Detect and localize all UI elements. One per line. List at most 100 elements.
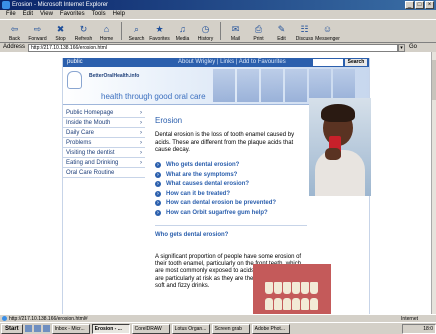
print-icon: ⎙ — [254, 24, 263, 34]
address-input[interactable]: http://217.10.138.166/erosion.html — [28, 43, 399, 52]
messenger-icon: ☺ — [322, 24, 333, 34]
address-label: Address — [3, 44, 26, 50]
close-button[interactable]: × — [425, 1, 434, 9]
media-button[interactable]: ♫ Media — [171, 20, 194, 42]
question-link-label: How can Orbit sugarfree gum help? — [166, 209, 268, 216]
side-navigation: Public Homepage › Inside the Mouth › Daily… — [63, 108, 145, 178]
nav-item-inside-the-mouth[interactable]: Inside the Mouth › — [63, 118, 145, 128]
refresh-button[interactable]: ↻ Refresh — [72, 20, 95, 42]
forward-button[interactable]: ⇨ Forward — [26, 20, 49, 42]
nav-item-daily-care[interactable]: Daily Care › — [63, 128, 145, 138]
task-button-screengrab[interactable]: Screen grab — [211, 323, 250, 334]
menu-tools[interactable]: Tools — [92, 10, 106, 19]
back-arrow-icon: ⇦ — [10, 24, 19, 34]
nav-item-label: Inside the Mouth — [66, 120, 111, 126]
address-dropdown-icon[interactable]: ▾ — [398, 43, 406, 52]
question-link-label: What causes dental erosion? — [166, 181, 250, 188]
start-button[interactable]: Start — [1, 323, 23, 334]
arrow-bullet-icon: › — [155, 209, 161, 216]
site-brand: public — [67, 59, 83, 65]
discuss-button[interactable]: ☷ Discuss — [293, 20, 316, 42]
task-button-erosion[interactable]: Erosion - ... — [91, 323, 130, 334]
page-viewport: public About Wrigley | Links | Add to Fa… — [0, 52, 431, 314]
back-button[interactable]: ⇦ Back — [3, 20, 26, 42]
menu-view[interactable]: View — [40, 10, 53, 19]
quicklaunch-icon[interactable] — [33, 325, 41, 332]
favorites-button[interactable]: ★ Favorites — [148, 20, 171, 42]
minimize-button[interactable]: _ — [405, 1, 414, 9]
section-heading: Who gets dental erosion? — [155, 231, 229, 238]
edit-button[interactable]: ✎ Edit — [270, 20, 293, 42]
question-link[interactable]: › Who gets dental erosion? — [155, 161, 307, 171]
search-button[interactable]: ⌕ Search — [125, 20, 148, 42]
top-links[interactable]: About Wrigley | Links | Add to Favourite… — [178, 58, 286, 67]
search-label: Search — [128, 36, 145, 42]
girl-drinking-photo — [309, 98, 371, 196]
discuss-label: Discuss — [295, 36, 314, 42]
site-logo-text[interactable]: BetterOralHealth.info — [89, 73, 139, 79]
task-button-photoshop[interactable]: Adobe Phot... — [251, 323, 290, 334]
question-link[interactable]: › How can dental erosion be prevented? — [155, 199, 307, 209]
window-controls: _ □ × — [405, 1, 434, 9]
nav-item-label: Public Homepage — [66, 110, 114, 116]
chevron-right-icon: › — [140, 140, 142, 146]
nav-item-public-homepage[interactable]: Public Homepage › — [63, 108, 145, 118]
go-button[interactable]: Go — [409, 43, 417, 52]
stop-button[interactable]: ✖ Stop — [49, 20, 72, 42]
menu-help[interactable]: Help — [113, 10, 125, 19]
messenger-button[interactable]: ☺ Messenger — [315, 20, 340, 42]
nav-item-label: Problems — [66, 140, 92, 146]
history-icon: ◷ — [201, 24, 210, 34]
browser-toolbar: ⇦ Back ⇨ Forward ✖ Stop ↻ Refresh ⌂ Home ⌕ Sea… — [0, 19, 436, 43]
print-button[interactable]: ⎙ Print — [247, 20, 270, 42]
nav-item-eating-and-drinking[interactable]: Eating and Drinking › — [63, 158, 145, 168]
website: public About Wrigley | Links | Add to Fa… — [62, 58, 371, 314]
history-button[interactable]: ◷ History — [194, 20, 217, 42]
mail-button[interactable]: ✉ Mail — [224, 20, 247, 42]
nav-item-problems[interactable]: Problems › — [63, 138, 145, 148]
task-button-lotus[interactable]: Lotus Organ... — [171, 323, 210, 334]
quicklaunch-icon[interactable] — [24, 325, 32, 332]
home-label: Home — [99, 36, 114, 42]
intro-paragraph: Dental erosion is the loss of tooth enam… — [155, 132, 295, 153]
stop-icon: ✖ — [56, 24, 65, 34]
quicklaunch-icon[interactable] — [42, 325, 50, 332]
home-button[interactable]: ⌂ Home — [95, 20, 118, 42]
favorites-label: Favorites — [149, 36, 170, 42]
task-button-inbox[interactable]: Inbox - Micr... — [51, 323, 90, 334]
site-tagline: health through good oral care — [101, 92, 206, 101]
site-search-button[interactable]: Search — [345, 59, 367, 66]
maximize-button[interactable]: □ — [415, 1, 424, 9]
arrow-bullet-icon: › — [155, 190, 161, 197]
menu-edit[interactable]: Edit — [23, 10, 33, 19]
nav-item-label: Oral Care Routine — [66, 170, 115, 176]
nav-item-oral-care-routine[interactable]: Oral Care Routine — [63, 168, 145, 178]
history-label: History — [197, 36, 214, 42]
question-link[interactable]: › How can Orbit sugarfree gum help? — [155, 208, 307, 218]
banner-photo — [213, 69, 235, 102]
discuss-icon: ☷ — [300, 24, 309, 34]
refresh-icon: ↻ — [79, 24, 88, 34]
menu-favorites[interactable]: Favorites — [60, 10, 85, 19]
question-link[interactable]: › What are the symptoms? — [155, 170, 307, 180]
site-search-input[interactable] — [313, 59, 343, 66]
stop-label: Stop — [55, 36, 66, 42]
favorites-icon: ★ — [155, 24, 164, 34]
system-tray-clock[interactable]: 18:0 — [402, 323, 436, 334]
vertical-scrollbar[interactable] — [431, 52, 436, 314]
scrollbar-thumb[interactable] — [432, 60, 436, 100]
arrow-bullet-icon: › — [155, 181, 161, 188]
taskbar: Start Inbox - Micr... Erosion - ... Core… — [0, 322, 436, 334]
banner-photo — [237, 69, 259, 102]
question-link[interactable]: › How can it be treated? — [155, 189, 307, 199]
task-button-coreldraw[interactable]: CorelDRAW — [131, 323, 170, 334]
chevron-right-icon: › — [140, 130, 142, 136]
page-icon — [2, 316, 7, 321]
question-link-label: How can dental erosion be prevented? — [166, 200, 277, 207]
question-link[interactable]: › What causes dental erosion? — [155, 180, 307, 190]
nav-item-visiting-the-dentist[interactable]: Visiting the dentist › — [63, 148, 145, 158]
tooth-logo-icon — [67, 71, 82, 89]
chevron-right-icon: › — [140, 150, 142, 156]
forward-arrow-icon: ⇨ — [33, 24, 42, 34]
menu-file[interactable]: File — [6, 10, 16, 19]
